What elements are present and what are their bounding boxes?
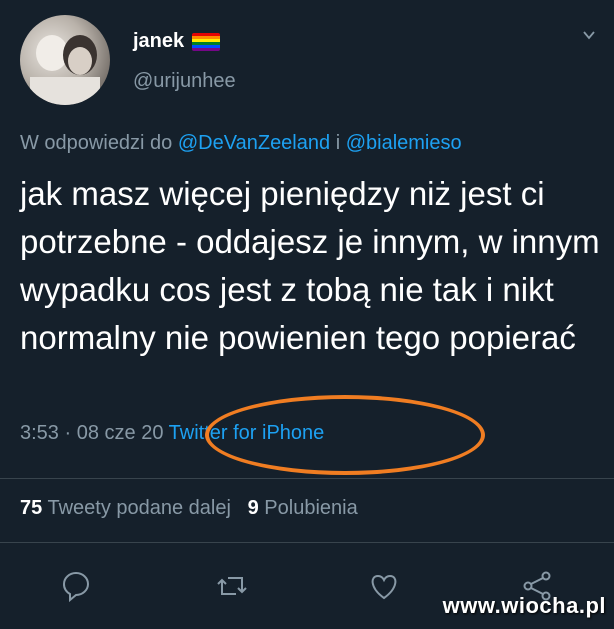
user-name-row[interactable]: janek: [133, 30, 221, 53]
display-name[interactable]: janek: [133, 30, 184, 53]
retweets-count: 75: [20, 497, 43, 519]
reply-icon[interactable]: [58, 568, 94, 604]
likes-label: Polubienia: [264, 497, 358, 519]
meta-separator: ·: [64, 422, 72, 444]
user-handle[interactable]: @urijunhee: [133, 70, 236, 93]
mention-link[interactable]: @DeVanZeeland: [178, 132, 330, 154]
divider: [0, 542, 614, 543]
reply-conjunction: i: [335, 132, 341, 154]
watermark: www.wiocha.pl: [442, 593, 606, 618]
reply-context: W odpowiedzi do @DeVanZeeland i @bialemi…: [20, 132, 462, 155]
tweet-time[interactable]: 3:53: [20, 422, 59, 444]
avatar-photo: [30, 35, 100, 105]
mention-link[interactable]: @bialemieso: [346, 132, 462, 154]
retweets-label: Tweety podane dalej: [47, 497, 231, 519]
like-icon[interactable]: [366, 568, 402, 604]
tweet-stats: 75 Tweety podane dalej 9 Polubienia: [20, 497, 358, 520]
rainbow-flag-icon: [192, 32, 221, 51]
chevron-down-icon[interactable]: [582, 28, 596, 42]
avatar[interactable]: [20, 15, 110, 105]
tweet-date[interactable]: 08 cze 20: [77, 422, 164, 444]
highlight-circle: [205, 395, 485, 475]
retweets-stat[interactable]: 75 Tweety podane dalej: [20, 497, 236, 519]
likes-count: 9: [247, 497, 259, 519]
likes-stat[interactable]: 9 Polubienia: [248, 497, 358, 519]
retweet-icon[interactable]: [214, 568, 250, 604]
tweet-text: jak masz więcej pieniędzy niż jest ci po…: [20, 175, 600, 356]
divider: [0, 478, 614, 479]
reply-prefix: W odpowiedzi do: [20, 132, 173, 154]
